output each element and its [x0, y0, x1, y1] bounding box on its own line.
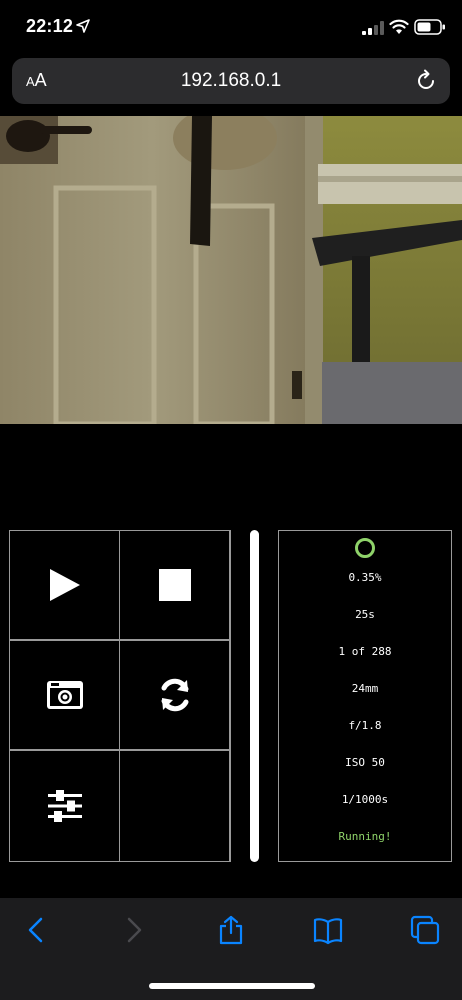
refresh-button[interactable] [119, 640, 230, 750]
location-arrow-icon [76, 19, 90, 33]
frame-count: 1 of 288 [338, 645, 392, 658]
cellular-signal-icon [362, 21, 384, 35]
back-icon[interactable] [22, 915, 52, 945]
status-panel: 0.35% 25s 1 of 288 24mm f/1.8 ISO 50 1/1… [278, 530, 452, 862]
battery-icon [414, 19, 445, 35]
home-indicator[interactable] [149, 983, 315, 989]
capture-button[interactable] [9, 640, 120, 750]
refresh-icon [161, 678, 188, 712]
shutter-speed: 1/1000s [341, 793, 389, 806]
iso-value: ISO 50 [345, 756, 385, 769]
url-text[interactable]: 192.168.0.1 [12, 70, 450, 92]
stop-icon [158, 569, 191, 601]
running-status: Running! [338, 830, 392, 843]
settings-button[interactable] [9, 750, 120, 862]
bookmarks-icon[interactable] [313, 915, 343, 945]
live-camera-preview [0, 116, 462, 424]
status-time: 22:12 [26, 16, 74, 36]
status-bar: 22:12 [0, 0, 462, 56]
stop-button[interactable] [119, 530, 230, 640]
control-grid [9, 530, 231, 862]
sliders-icon [47, 790, 82, 822]
wifi-icon [389, 19, 409, 34]
status-indicator-icon [355, 538, 375, 558]
play-icon [49, 569, 80, 601]
aperture-value: f/1.8 [348, 719, 382, 732]
forward-icon[interactable] [118, 915, 148, 945]
play-button[interactable] [9, 530, 120, 640]
focal-length: 24mm [351, 682, 379, 695]
reload-icon[interactable] [414, 69, 438, 93]
vertical-slider[interactable] [250, 530, 259, 862]
tabs-icon[interactable] [410, 915, 440, 945]
interval-value: 25s [355, 608, 375, 621]
empty-cell [119, 750, 230, 862]
share-icon[interactable] [216, 915, 246, 945]
camera-icon [46, 681, 83, 709]
address-bar[interactable]: AA 192.168.0.1 [12, 58, 450, 104]
progress-percent: 0.35% [348, 571, 382, 584]
